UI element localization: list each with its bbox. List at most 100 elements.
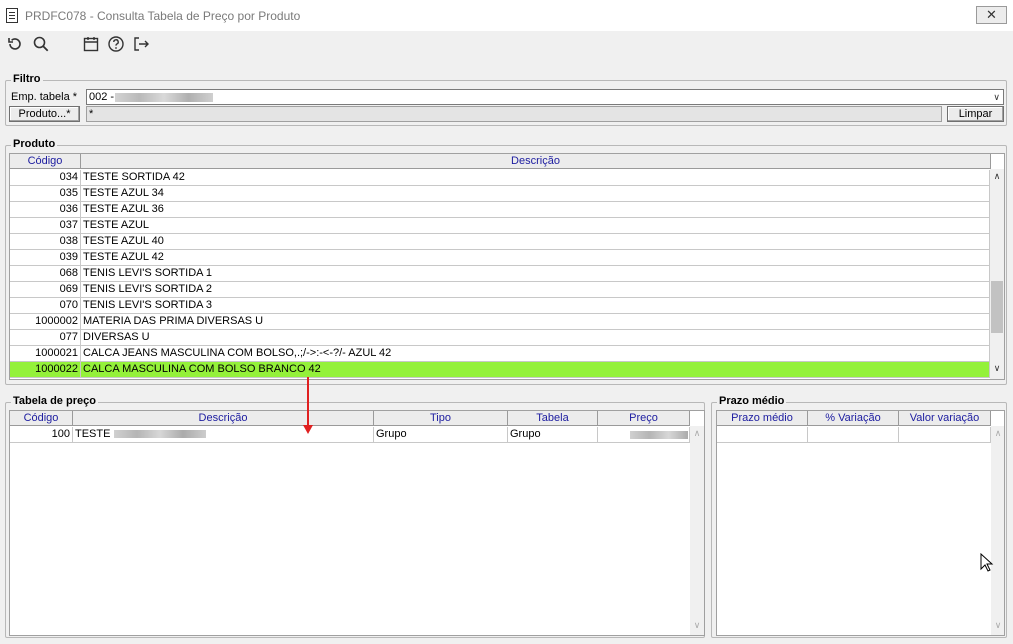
table-row[interactable]: 039 TESTE AZUL 42 <box>10 250 990 266</box>
cell-codigo: 100 <box>10 427 73 443</box>
cell-descricao: MATERIA DAS PRIMA DIVERSAS U <box>81 314 990 330</box>
cell-codigo: 039 <box>10 250 81 266</box>
cell-descricao: TESTE AZUL 36 <box>81 202 990 218</box>
toolbar <box>0 31 1013 58</box>
table-row[interactable]: 070 TENIS LEVI'S SORTIDA 3 <box>10 298 990 314</box>
emp-tabela-value: 002 - <box>89 91 115 103</box>
cell-tabela: Grupo <box>508 427 598 443</box>
cell-descricao: TESTE <box>73 427 374 443</box>
column-header-descricao[interactable]: Descrição <box>81 154 991 169</box>
cell-descricao: TESTE AZUL <box>81 218 990 234</box>
prazo-medio-table: Prazo médio % Variação Valor variação ∧ … <box>716 410 1005 636</box>
table-row[interactable]: 037 TESTE AZUL <box>10 218 990 234</box>
scroll-down-icon[interactable]: ∨ <box>690 620 704 631</box>
prazo-medio-scrollbar[interactable]: ∧ ∨ <box>991 426 1004 635</box>
prazo-medio-label: Prazo médio <box>717 395 787 407</box>
produto-scrollbar[interactable]: ∧ ∨ <box>990 169 1004 379</box>
cell-codigo: 070 <box>10 298 81 314</box>
table-row[interactable]: 1000002 MATERIA DAS PRIMA DIVERSAS U <box>10 314 990 330</box>
table-row[interactable]: 077 DIVERSAS U <box>10 330 990 346</box>
close-button[interactable]: ✕ <box>976 6 1007 24</box>
cell-descricao: TESTE SORTIDA 42 <box>81 170 990 186</box>
produto-field[interactable]: * <box>86 106 942 122</box>
column-header-prazo-medio[interactable]: Prazo médio <box>717 411 808 426</box>
redacted-text <box>115 93 213 102</box>
cell-codigo: 034 <box>10 170 81 186</box>
cell-codigo: 035 <box>10 186 81 202</box>
cell-codigo: 036 <box>10 202 81 218</box>
cell-codigo: 1000002 <box>10 314 81 330</box>
cell-codigo: 068 <box>10 266 81 282</box>
cell-descricao: CALCA JEANS MASCULINA COM BOLSO,.;/->:-<… <box>81 346 990 362</box>
tabela-preco-scrollbar[interactable]: ∧ ∨ <box>690 426 704 635</box>
cell-descricao: DIVERSAS U <box>81 330 990 346</box>
filtro-label: Filtro <box>11 73 43 85</box>
table-row-selected[interactable]: 1000022 CALCA MASCULINA COM BOLSO BRANCO … <box>10 362 990 378</box>
table-row[interactable]: 1000021 CALCA JEANS MASCULINA COM BOLSO,.… <box>10 346 990 362</box>
table-row[interactable]: 035 TESTE AZUL 34 <box>10 186 990 202</box>
table-row[interactable]: 068 TENIS LEVI'S SORTIDA 1 <box>10 266 990 282</box>
cell-codigo: 069 <box>10 282 81 298</box>
column-header-preco[interactable]: Preço <box>598 411 690 426</box>
produto-label: Produto <box>11 138 58 150</box>
cell-descricao: TESTE AZUL 42 <box>81 250 990 266</box>
cell-descricao: CALCA MASCULINA COM BOLSO BRANCO 42 <box>81 362 990 378</box>
scroll-up-icon[interactable]: ∧ <box>991 428 1004 439</box>
limpar-button[interactable]: Limpar <box>947 106 1004 122</box>
column-header-descricao[interactable]: Descrição <box>73 411 374 426</box>
cell-prazo-medio <box>717 427 808 443</box>
exit-icon[interactable] <box>132 35 150 53</box>
annotation-arrow-line <box>307 377 309 427</box>
tabela-preco-label: Tabela de preço <box>11 395 98 407</box>
cell-descricao: TENIS LEVI'S SORTIDA 3 <box>81 298 990 314</box>
scroll-up-icon[interactable]: ∧ <box>690 428 704 439</box>
app-document-icon <box>6 8 18 23</box>
cell-tipo: Grupo <box>374 427 508 443</box>
column-header-codigo[interactable]: Código <box>10 154 81 169</box>
cell-descricao: TESTE AZUL 40 <box>81 234 990 250</box>
cell-descricao: TENIS LEVI'S SORTIDA 1 <box>81 266 990 282</box>
table-row[interactable]: 036 TESTE AZUL 36 <box>10 202 990 218</box>
cell-codigo: 1000022 <box>10 362 81 378</box>
help-icon[interactable] <box>107 35 125 53</box>
window-title: PRDFC078 - Consulta Tabela de Preço por … <box>25 9 301 23</box>
calendar-icon[interactable] <box>82 35 100 53</box>
cell-descricao-text: TESTE <box>75 428 111 440</box>
cell-valor-variacao <box>899 427 991 443</box>
redacted-text <box>114 430 207 439</box>
refresh-icon[interactable] <box>6 35 24 53</box>
tabela-preco-table: Código Descrição Tipo Tabela Preço 100 T… <box>9 410 705 636</box>
scroll-down-icon[interactable]: ∨ <box>990 363 1004 374</box>
cell-codigo: 038 <box>10 234 81 250</box>
table-row[interactable]: 069 TENIS LEVI'S SORTIDA 2 <box>10 282 990 298</box>
chevron-down-icon[interactable]: ∨ <box>993 92 1000 103</box>
emp-tabela-label: Emp. tabela * <box>11 91 78 103</box>
table-row[interactable] <box>717 427 991 443</box>
cell-codigo: 1000021 <box>10 346 81 362</box>
cell-variacao <box>808 427 899 443</box>
scroll-thumb[interactable] <box>991 281 1003 333</box>
produto-button[interactable]: Produto...* <box>9 106 80 122</box>
scroll-up-icon[interactable]: ∧ <box>990 171 1004 182</box>
table-row[interactable]: 034 TESTE SORTIDA 42 <box>10 170 990 186</box>
mouse-cursor-icon <box>980 552 994 576</box>
table-row[interactable]: 100 TESTE Grupo Grupo <box>10 427 690 443</box>
cell-codigo: 077 <box>10 330 81 346</box>
cell-preco <box>598 427 690 443</box>
emp-tabela-select[interactable]: 002 - ∨ <box>86 89 1004 105</box>
redacted-value <box>630 431 688 439</box>
column-header-tabela[interactable]: Tabela <box>508 411 598 426</box>
column-header-valor-variacao[interactable]: Valor variação <box>899 411 991 426</box>
title-bar: PRDFC078 - Consulta Tabela de Preço por … <box>0 0 1013 31</box>
produto-table: Código Descrição 034 TESTE SORTIDA 42 035 T… <box>9 153 1005 380</box>
cell-descricao: TENIS LEVI'S SORTIDA 2 <box>81 282 990 298</box>
column-header-codigo[interactable]: Código <box>10 411 73 426</box>
table-row[interactable]: 038 TESTE AZUL 40 <box>10 234 990 250</box>
cell-codigo: 037 <box>10 218 81 234</box>
cell-descricao: TESTE AZUL 34 <box>81 186 990 202</box>
column-header-variacao[interactable]: % Variação <box>808 411 899 426</box>
scroll-down-icon[interactable]: ∨ <box>991 620 1004 631</box>
annotation-arrow-head <box>303 425 313 434</box>
column-header-tipo[interactable]: Tipo <box>374 411 508 426</box>
search-icon[interactable] <box>32 35 50 53</box>
